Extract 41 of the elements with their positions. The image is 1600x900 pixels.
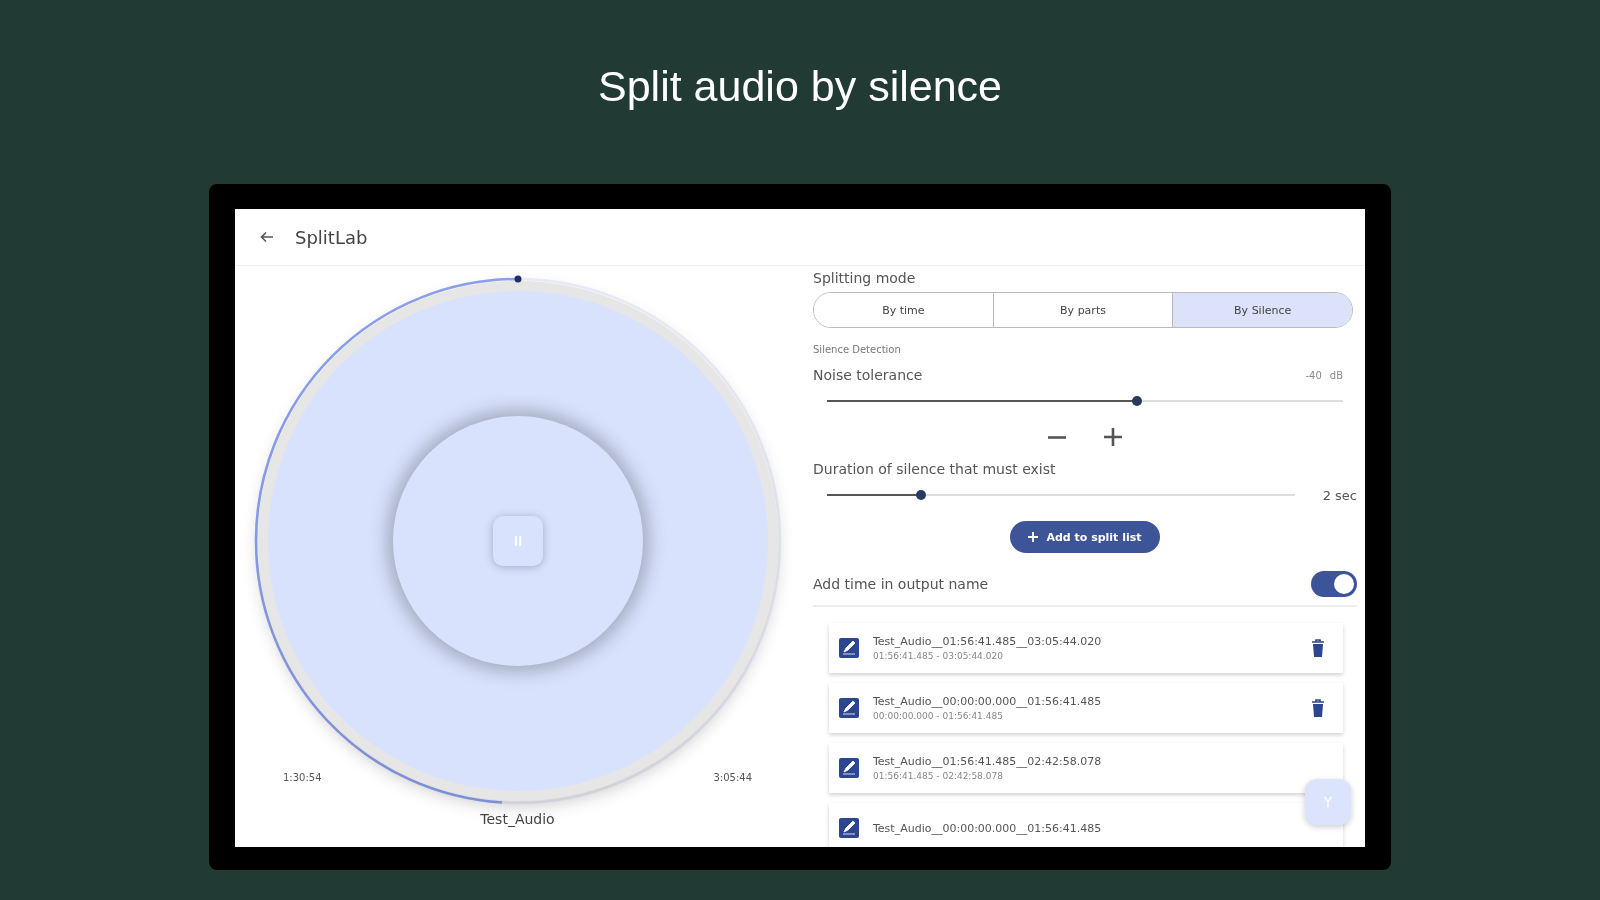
section-heading: Silence Detection — [813, 344, 902, 355]
duration-value: 2 sec — [1322, 487, 1357, 503]
headline: Split audio by silence — [598, 62, 1002, 112]
split-icon — [1321, 795, 1335, 809]
split-file-name: Test_Audio__01:56:41.485__02:42:58.078 — [873, 755, 1103, 768]
noise-value: -40 — [1305, 369, 1322, 381]
unit-label: dB — [1329, 369, 1343, 381]
total-time: 3:05:44 — [713, 772, 752, 783]
app-title: SplitLab — [295, 226, 368, 248]
back-arrow-icon[interactable] — [259, 229, 275, 245]
split-file-name: Test_Audio__01:56:41.485__03:05:44.020 — [873, 635, 1103, 648]
delete-icon[interactable] — [1311, 699, 1325, 717]
mode-tab[interactable]: By time — [814, 293, 994, 327]
mode-tab[interactable]: By Silence — [1173, 293, 1352, 327]
edit-icon[interactable] — [839, 638, 859, 658]
edit-icon[interactable] — [839, 698, 859, 718]
toggle-switch[interactable] — [1311, 571, 1357, 597]
minus-icon — [1048, 435, 1066, 439]
time-range: 01:56:41.485 - 02:42:58.078 — [873, 771, 1004, 781]
split-item-card[interactable]: Test_Audio__01:56:41.485__02:42:58.078 01:56:41.485 - 02:42:58.078 — [829, 743, 1343, 793]
time-range: 00:00:00.000 - 01:56:41.485 — [873, 711, 1004, 721]
section-label: Splitting mode — [813, 270, 917, 286]
pause-icon — [513, 536, 522, 546]
add-to-list-button[interactable]: Add to split list — [1010, 521, 1160, 553]
plus-icon — [1101, 425, 1125, 449]
plus-icon — [1028, 532, 1039, 542]
split-item-card[interactable]: Test_Audio__01:56:41.485__03:05:44.020 01:56:41.485 - 03:05:44.020 — [829, 623, 1343, 673]
delete-icon[interactable] — [1311, 639, 1325, 657]
split-file-name: Test_Audio__00:00:00.000__01:56:41.485 — [873, 821, 1103, 835]
file-name: Test_Audio — [480, 811, 555, 827]
toggle-label: Add time in output name — [813, 576, 989, 592]
split-item-card[interactable]: Test_Audio__00:00:00.000__01:56:41.485 00:00:00.000 - 01:56:41.485 — [829, 683, 1343, 733]
progress-handle[interactable] — [513, 275, 522, 283]
edit-icon[interactable] — [839, 758, 859, 778]
setting-label: Duration of silence that must exist — [813, 461, 1057, 477]
elapsed-time: 1:30:54 — [283, 772, 322, 783]
time-range: 01:56:41.485 - 03:05:44.020 — [873, 651, 1004, 661]
edit-icon[interactable] — [839, 818, 859, 838]
split-file-name: Test_Audio__00:00:00.000__01:56:41.485 — [873, 695, 1103, 708]
split-item-card[interactable]: Test_Audio__00:00:00.000__01:56:41.485 — [829, 803, 1343, 847]
setting-label: Noise tolerance — [813, 367, 923, 383]
